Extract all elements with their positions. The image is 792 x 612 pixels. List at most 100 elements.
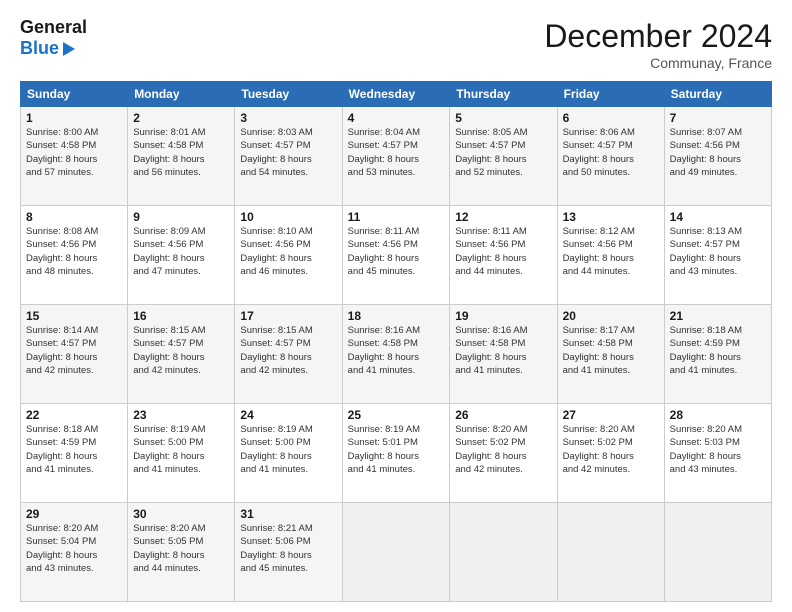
day-number: 18 xyxy=(348,309,445,323)
day-info: Sunrise: 8:12 AMSunset: 4:56 PMDaylight:… xyxy=(563,225,659,278)
day-cell: 2Sunrise: 8:01 AMSunset: 4:58 PMDaylight… xyxy=(128,107,235,206)
day-number: 5 xyxy=(455,111,551,125)
day-cell: 31Sunrise: 8:21 AMSunset: 5:06 PMDayligh… xyxy=(235,503,342,602)
day-info: Sunrise: 8:19 AMSunset: 5:00 PMDaylight:… xyxy=(133,423,229,476)
weekday-thursday: Thursday xyxy=(450,82,557,107)
day-number: 26 xyxy=(455,408,551,422)
day-number: 22 xyxy=(26,408,122,422)
day-number: 15 xyxy=(26,309,122,323)
logo-arrow-icon xyxy=(63,42,75,56)
day-info: Sunrise: 8:16 AMSunset: 4:58 PMDaylight:… xyxy=(348,324,445,377)
logo-general: General xyxy=(20,17,87,37)
day-cell: 14Sunrise: 8:13 AMSunset: 4:57 PMDayligh… xyxy=(664,206,771,305)
day-info: Sunrise: 8:11 AMSunset: 4:56 PMDaylight:… xyxy=(348,225,445,278)
day-cell: 6Sunrise: 8:06 AMSunset: 4:57 PMDaylight… xyxy=(557,107,664,206)
title-section: December 2024 Communay, France xyxy=(544,18,772,71)
day-cell: 7Sunrise: 8:07 AMSunset: 4:56 PMDaylight… xyxy=(664,107,771,206)
day-number: 21 xyxy=(670,309,766,323)
week-row-2: 8Sunrise: 8:08 AMSunset: 4:56 PMDaylight… xyxy=(21,206,772,305)
day-cell: 20Sunrise: 8:17 AMSunset: 4:58 PMDayligh… xyxy=(557,305,664,404)
day-number: 20 xyxy=(563,309,659,323)
week-row-4: 22Sunrise: 8:18 AMSunset: 4:59 PMDayligh… xyxy=(21,404,772,503)
weekday-sunday: Sunday xyxy=(21,82,128,107)
day-number: 14 xyxy=(670,210,766,224)
day-info: Sunrise: 8:08 AMSunset: 4:56 PMDaylight:… xyxy=(26,225,122,278)
day-number: 30 xyxy=(133,507,229,521)
day-number: 16 xyxy=(133,309,229,323)
day-cell: 11Sunrise: 8:11 AMSunset: 4:56 PMDayligh… xyxy=(342,206,450,305)
day-number: 29 xyxy=(26,507,122,521)
weekday-monday: Monday xyxy=(128,82,235,107)
day-info: Sunrise: 8:06 AMSunset: 4:57 PMDaylight:… xyxy=(563,126,659,179)
day-number: 24 xyxy=(240,408,336,422)
day-number: 11 xyxy=(348,210,445,224)
day-info: Sunrise: 8:20 AMSunset: 5:02 PMDaylight:… xyxy=(455,423,551,476)
location: Communay, France xyxy=(544,55,772,71)
day-info: Sunrise: 8:17 AMSunset: 4:58 PMDaylight:… xyxy=(563,324,659,377)
day-cell: 23Sunrise: 8:19 AMSunset: 5:00 PMDayligh… xyxy=(128,404,235,503)
day-info: Sunrise: 8:18 AMSunset: 4:59 PMDaylight:… xyxy=(26,423,122,476)
day-info: Sunrise: 8:18 AMSunset: 4:59 PMDaylight:… xyxy=(670,324,766,377)
day-number: 25 xyxy=(348,408,445,422)
day-cell: 24Sunrise: 8:19 AMSunset: 5:00 PMDayligh… xyxy=(235,404,342,503)
day-info: Sunrise: 8:19 AMSunset: 5:00 PMDaylight:… xyxy=(240,423,336,476)
logo-blue: Blue xyxy=(20,38,59,59)
day-info: Sunrise: 8:13 AMSunset: 4:57 PMDaylight:… xyxy=(670,225,766,278)
month-title: December 2024 xyxy=(544,18,772,55)
logo: General Blue xyxy=(20,18,87,59)
day-cell: 8Sunrise: 8:08 AMSunset: 4:56 PMDaylight… xyxy=(21,206,128,305)
day-info: Sunrise: 8:01 AMSunset: 4:58 PMDaylight:… xyxy=(133,126,229,179)
day-number: 1 xyxy=(26,111,122,125)
day-number: 10 xyxy=(240,210,336,224)
day-info: Sunrise: 8:21 AMSunset: 5:06 PMDaylight:… xyxy=(240,522,336,575)
day-cell: 30Sunrise: 8:20 AMSunset: 5:05 PMDayligh… xyxy=(128,503,235,602)
day-number: 13 xyxy=(563,210,659,224)
calendar-table: SundayMondayTuesdayWednesdayThursdayFrid… xyxy=(20,81,772,602)
day-number: 28 xyxy=(670,408,766,422)
day-info: Sunrise: 8:16 AMSunset: 4:58 PMDaylight:… xyxy=(455,324,551,377)
page: General Blue December 2024 Communay, Fra… xyxy=(0,0,792,612)
day-number: 6 xyxy=(563,111,659,125)
day-info: Sunrise: 8:05 AMSunset: 4:57 PMDaylight:… xyxy=(455,126,551,179)
header: General Blue December 2024 Communay, Fra… xyxy=(20,18,772,71)
day-cell: 13Sunrise: 8:12 AMSunset: 4:56 PMDayligh… xyxy=(557,206,664,305)
week-row-1: 1Sunrise: 8:00 AMSunset: 4:58 PMDaylight… xyxy=(21,107,772,206)
day-info: Sunrise: 8:11 AMSunset: 4:56 PMDaylight:… xyxy=(455,225,551,278)
day-info: Sunrise: 8:09 AMSunset: 4:56 PMDaylight:… xyxy=(133,225,229,278)
day-number: 31 xyxy=(240,507,336,521)
day-cell: 17Sunrise: 8:15 AMSunset: 4:57 PMDayligh… xyxy=(235,305,342,404)
day-number: 7 xyxy=(670,111,766,125)
weekday-header-row: SundayMondayTuesdayWednesdayThursdayFrid… xyxy=(21,82,772,107)
day-info: Sunrise: 8:19 AMSunset: 5:01 PMDaylight:… xyxy=(348,423,445,476)
day-cell: 18Sunrise: 8:16 AMSunset: 4:58 PMDayligh… xyxy=(342,305,450,404)
day-cell: 21Sunrise: 8:18 AMSunset: 4:59 PMDayligh… xyxy=(664,305,771,404)
day-cell: 16Sunrise: 8:15 AMSunset: 4:57 PMDayligh… xyxy=(128,305,235,404)
day-number: 19 xyxy=(455,309,551,323)
day-info: Sunrise: 8:03 AMSunset: 4:57 PMDaylight:… xyxy=(240,126,336,179)
day-cell: 15Sunrise: 8:14 AMSunset: 4:57 PMDayligh… xyxy=(21,305,128,404)
day-info: Sunrise: 8:20 AMSunset: 5:04 PMDaylight:… xyxy=(26,522,122,575)
day-cell: 27Sunrise: 8:20 AMSunset: 5:02 PMDayligh… xyxy=(557,404,664,503)
day-info: Sunrise: 8:10 AMSunset: 4:56 PMDaylight:… xyxy=(240,225,336,278)
day-number: 23 xyxy=(133,408,229,422)
day-cell: 25Sunrise: 8:19 AMSunset: 5:01 PMDayligh… xyxy=(342,404,450,503)
day-info: Sunrise: 8:04 AMSunset: 4:57 PMDaylight:… xyxy=(348,126,445,179)
day-cell: 3Sunrise: 8:03 AMSunset: 4:57 PMDaylight… xyxy=(235,107,342,206)
weekday-tuesday: Tuesday xyxy=(235,82,342,107)
day-cell: 12Sunrise: 8:11 AMSunset: 4:56 PMDayligh… xyxy=(450,206,557,305)
day-cell: 26Sunrise: 8:20 AMSunset: 5:02 PMDayligh… xyxy=(450,404,557,503)
week-row-3: 15Sunrise: 8:14 AMSunset: 4:57 PMDayligh… xyxy=(21,305,772,404)
day-cell: 19Sunrise: 8:16 AMSunset: 4:58 PMDayligh… xyxy=(450,305,557,404)
weekday-wednesday: Wednesday xyxy=(342,82,450,107)
day-number: 12 xyxy=(455,210,551,224)
day-info: Sunrise: 8:15 AMSunset: 4:57 PMDaylight:… xyxy=(133,324,229,377)
day-cell: 29Sunrise: 8:20 AMSunset: 5:04 PMDayligh… xyxy=(21,503,128,602)
day-info: Sunrise: 8:07 AMSunset: 4:56 PMDaylight:… xyxy=(670,126,766,179)
day-number: 9 xyxy=(133,210,229,224)
day-number: 4 xyxy=(348,111,445,125)
day-cell: 9Sunrise: 8:09 AMSunset: 4:56 PMDaylight… xyxy=(128,206,235,305)
day-cell xyxy=(342,503,450,602)
day-cell xyxy=(450,503,557,602)
day-info: Sunrise: 8:14 AMSunset: 4:57 PMDaylight:… xyxy=(26,324,122,377)
day-info: Sunrise: 8:20 AMSunset: 5:02 PMDaylight:… xyxy=(563,423,659,476)
